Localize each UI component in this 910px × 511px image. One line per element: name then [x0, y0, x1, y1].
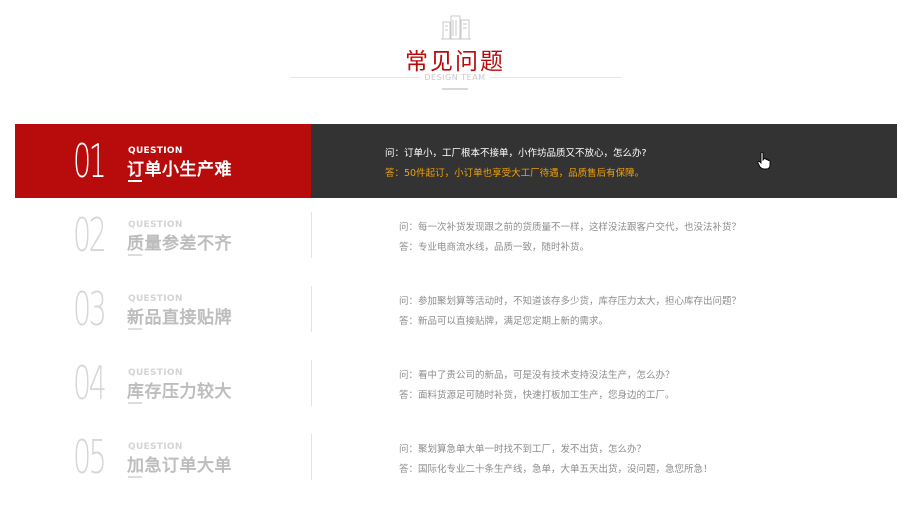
faq-answer: 答：专业电商流水线，品质一致，随时补货。 — [399, 242, 590, 253]
page-subtitle: DESIGN TEAM — [0, 73, 910, 82]
faq-item-number: 02 — [73, 208, 107, 262]
faq-question: 问：参加聚划算等活动时，不知道该存多少货，库存压力太大，担心库存出问题？ — [399, 296, 742, 307]
faq-item-underline — [128, 402, 142, 404]
buildings-icon — [441, 15, 471, 40]
faq-header: 常见问题 DESIGN TEAM — [0, 0, 910, 100]
faq-item-heading: 03 QUESTION 新品直接贴牌 — [15, 272, 311, 346]
faq-question: 问：看中了贵公司的新品，可是没有技术支持没法生产，怎么办？ — [399, 370, 675, 381]
faq-item-heading: 05 QUESTION 加急订单大单 — [15, 420, 311, 494]
faq-item-title: 库存压力较大 — [127, 382, 232, 402]
faq-item-heading: 04 QUESTION 库存压力较大 — [15, 346, 311, 420]
faq-item-number: 01 — [73, 134, 107, 188]
faq-answer: 答：国际化专业二十条生产线，急单，大单五天出货，没问题，急您所急！ — [399, 464, 713, 475]
faq-item[interactable]: 05 QUESTION 加急订单大单 问：聚划算急单大单一时找不到工厂，发不出货，怎么… — [15, 420, 897, 494]
faq-answer: 答：面料货源足可随时补货，快速打板加工生产，您身边的工厂。 — [399, 390, 675, 401]
faq-item-content: 问：订单小，工厂根本不接单，小作坊品质又不放心，怎么办? 答：50件起订，小订单也… — [311, 124, 897, 198]
faq-question: 问：聚划算急单大单一时找不到工厂，发不出货，怎么办？ — [399, 444, 647, 455]
title-underline — [442, 88, 468, 90]
faq-item-heading: 01 QUESTION 订单小生产难 — [15, 124, 311, 198]
faq-item-number: 05 — [73, 430, 107, 484]
faq-item-content: 问：每一次补货发现跟之前的货质量不一样，这样没法跟客户交代，也没法补货？ 答：专业… — [311, 198, 897, 272]
faq-question: 问：订单小，工厂根本不接单，小作坊品质又不放心，怎么办? — [385, 148, 647, 159]
faq-item-underline — [128, 180, 142, 182]
faq-item-underline — [128, 254, 142, 256]
faq-item-underline — [128, 476, 142, 478]
faq-item-title: 订单小生产难 — [127, 160, 232, 180]
faq-item-number: 03 — [73, 282, 107, 336]
faq-answer: 答：新品可以直接贴牌，满足您定期上新的需求。 — [399, 316, 609, 327]
faq-item-content: 问：聚划算急单大单一时找不到工厂，发不出货，怎么办？ 答：国际化专业二十条生产线，… — [311, 420, 897, 494]
page-title: 常见问题 — [405, 49, 505, 75]
faq-item-title: 质量参差不齐 — [127, 234, 232, 254]
faq-question: 问：每一次补货发现跟之前的货质量不一样，这样没法跟客户交代，也没法补货？ — [399, 222, 742, 233]
faq-item[interactable]: 04 QUESTION 库存压力较大 问：看中了贵公司的新品，可是没有技术支持没法生产… — [15, 346, 897, 420]
faq-answer: 答：50件起订，小订单也享受大工厂待遇，品质售后有保障。 — [385, 168, 645, 179]
faq-item-underline — [128, 328, 142, 330]
faq-item[interactable]: 03 QUESTION 新品直接贴牌 问：参加聚划算等活动时，不知道该存多少货，库存压… — [15, 272, 897, 346]
faq-item-content: 问：参加聚划算等活动时，不知道该存多少货，库存压力太大，担心库存出问题？ 答：新品… — [311, 272, 897, 346]
faq-item-title: 新品直接贴牌 — [127, 308, 232, 328]
faq-item-content: 问：看中了贵公司的新品，可是没有技术支持没法生产，怎么办？ 答：面料货源足可随时补… — [311, 346, 897, 420]
faq-item-title: 加急订单大单 — [127, 456, 232, 476]
faq-item-number: 04 — [73, 356, 107, 410]
faq-item-heading: 02 QUESTION 质量参差不齐 — [15, 198, 311, 272]
faq-item[interactable]: 02 QUESTION 质量参差不齐 问：每一次补货发现跟之前的货质量不一样，这样没法… — [15, 198, 897, 272]
hand-pointer-icon — [757, 152, 771, 170]
